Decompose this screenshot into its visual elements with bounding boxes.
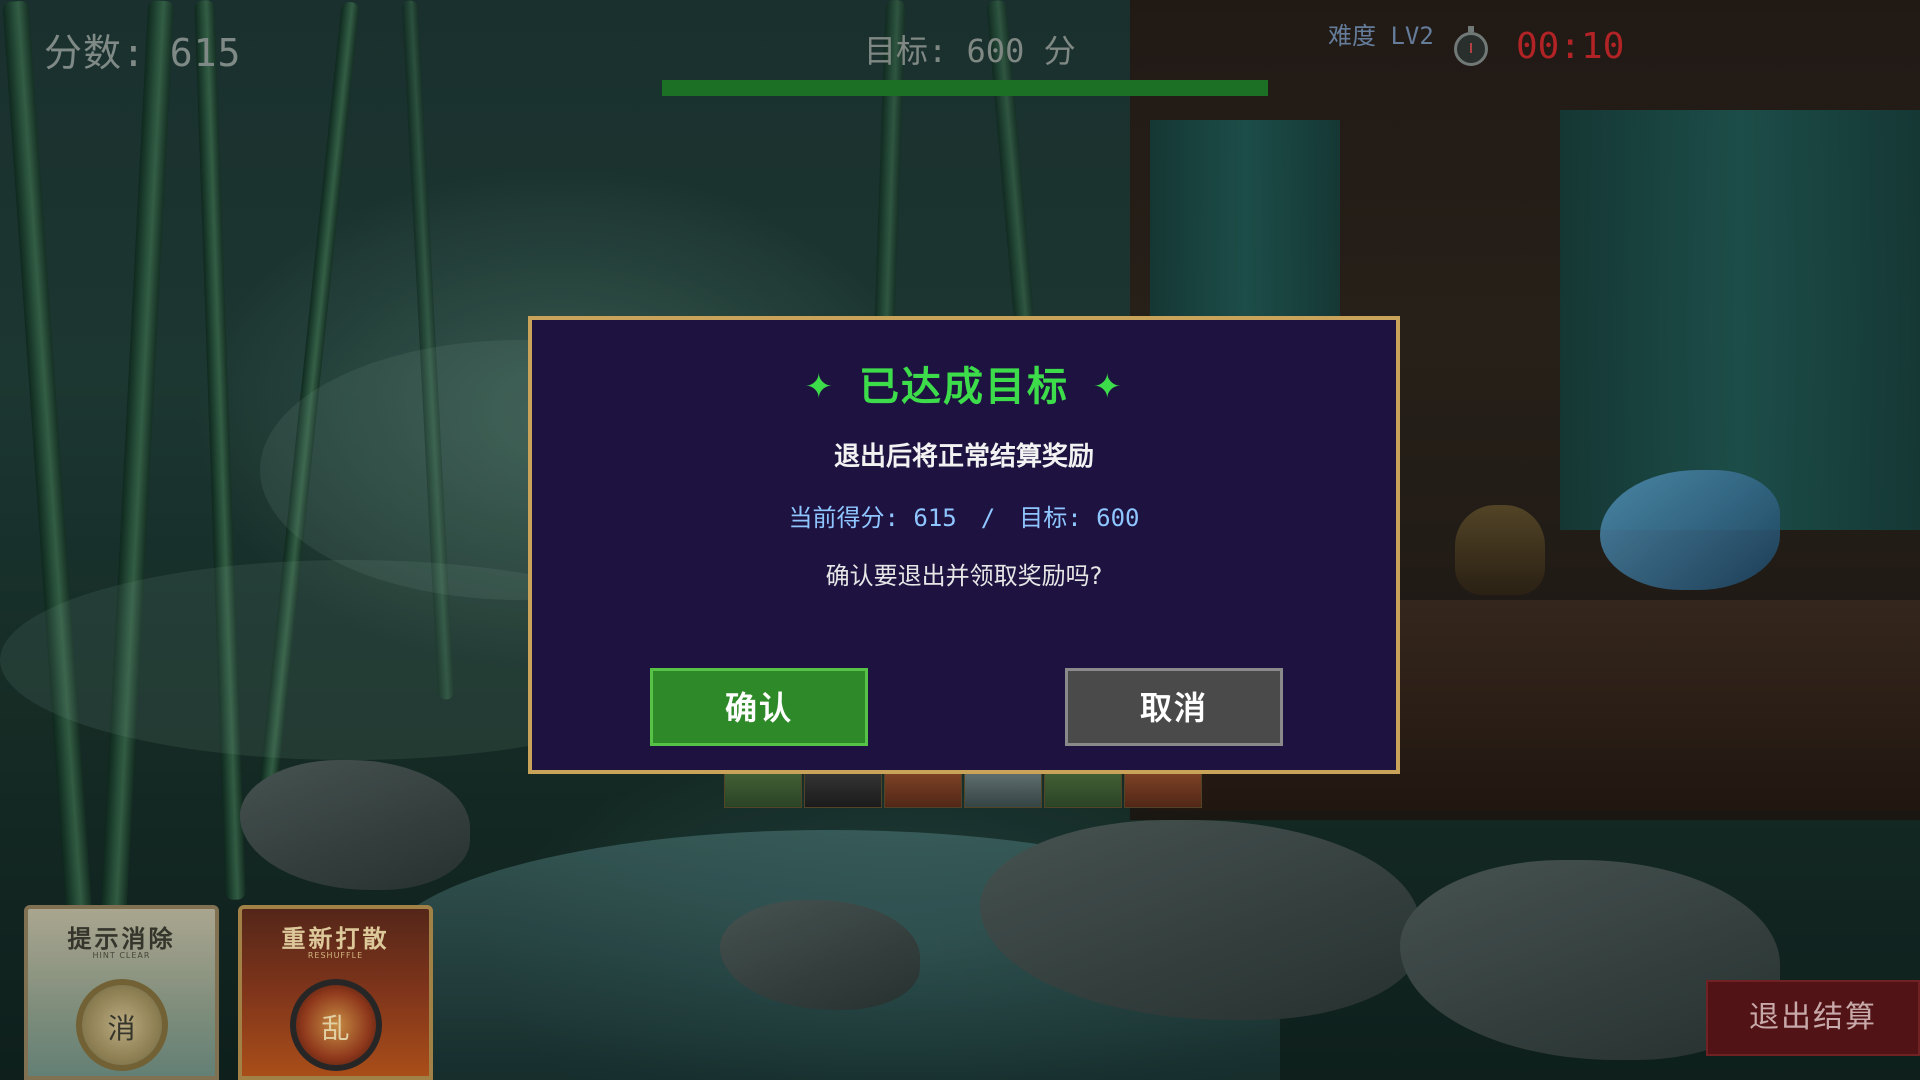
goal-reached-dialog: ✦ 已达成目标 ✦ 退出后将正常结算奖励 当前得分: 615 / 目标: 600 确认要… [528, 316, 1400, 774]
current-score-label: 当前得分: 615 [788, 504, 957, 532]
dialog-score-summary: 当前得分: 615 / 目标: 600 [532, 498, 1396, 533]
confirm-button[interactable]: 确认 [650, 668, 868, 746]
dialog-title-text: 已达成目标 [859, 364, 1069, 410]
dialog-title: ✦ 已达成目标 ✦ [532, 354, 1396, 412]
cancel-button[interactable]: 取消 [1065, 668, 1283, 746]
sparkle-icon: ✦ [1093, 367, 1124, 407]
dialog-question: 确认要退出并领取奖励吗? [825, 562, 1103, 590]
dialog-subtitle: 退出后将正常结算奖励 [833, 442, 1094, 472]
sparkle-icon: ✦ [804, 367, 835, 407]
target-score-label: 目标: 600 [1019, 504, 1140, 532]
score-separator: / [980, 504, 996, 532]
